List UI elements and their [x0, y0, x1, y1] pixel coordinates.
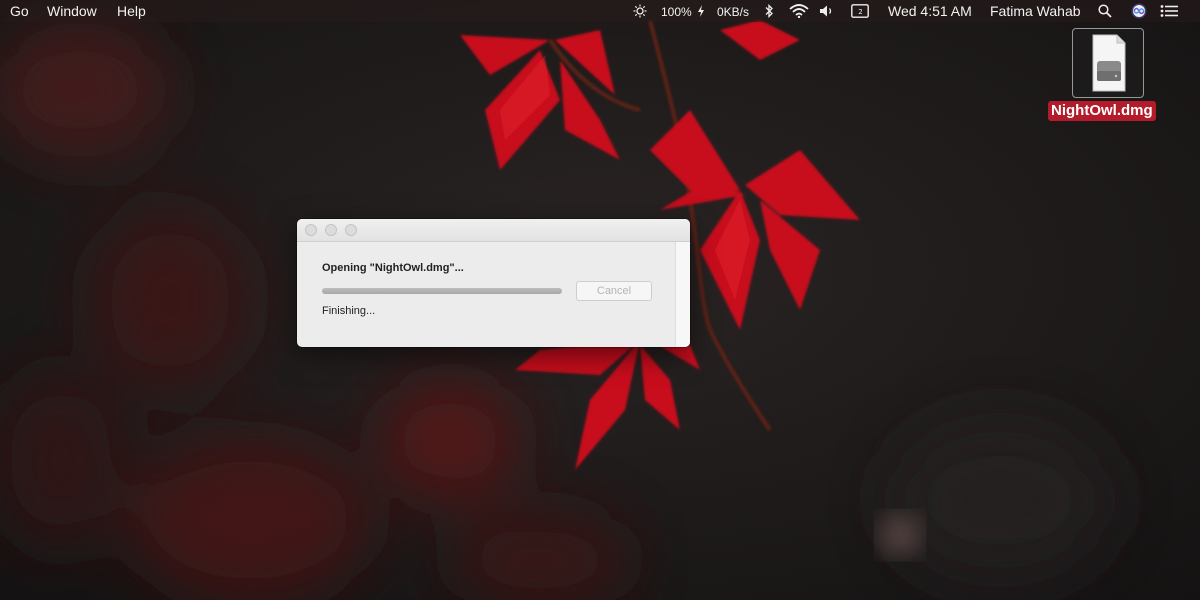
minimize-button[interactable]: [325, 224, 337, 236]
menu-help[interactable]: Help: [117, 3, 146, 19]
svg-text:2: 2: [858, 8, 862, 16]
wifi-icon[interactable]: [789, 3, 809, 19]
clock[interactable]: Wed 4:51 AM: [888, 3, 972, 19]
file-thumbnail[interactable]: [1072, 28, 1144, 98]
siri-icon[interactable]: [1131, 3, 1147, 19]
dialog-titlebar[interactable]: [297, 219, 690, 242]
disk-image-icon: [1092, 34, 1126, 92]
volume-icon[interactable]: [819, 3, 835, 19]
search-icon[interactable]: [1098, 3, 1112, 19]
progress-bar: [322, 288, 562, 294]
menu-go[interactable]: Go: [10, 3, 29, 19]
display-icon[interactable]: 2: [851, 3, 869, 19]
menu-bar: Go Window Help 100% 0KB/s 2 Wed 4:51 AM …: [0, 0, 1200, 22]
close-button[interactable]: [305, 224, 317, 236]
cancel-button[interactable]: Cancel: [576, 281, 652, 301]
file-name-label[interactable]: NightOwl.dmg: [1048, 101, 1156, 121]
battery-charging-icon[interactable]: [697, 3, 705, 19]
battery-percentage[interactable]: 100%: [661, 4, 692, 20]
opening-progress-dialog: Opening "NightOwl.dmg"... Cancel Finishi…: [297, 219, 690, 347]
network-speed[interactable]: 0KB/s: [717, 4, 749, 20]
status-text: Finishing...: [322, 305, 376, 317]
notification-center-icon[interactable]: [1160, 3, 1178, 19]
zoom-button[interactable]: [345, 224, 357, 236]
brightness-icon[interactable]: [633, 3, 647, 19]
menu-window[interactable]: Window: [47, 3, 97, 19]
user-name[interactable]: Fatima Wahab: [990, 3, 1081, 19]
scrollbar[interactable]: [675, 242, 690, 347]
dialog-title: Opening "NightOwl.dmg"...: [322, 262, 464, 274]
bluetooth-icon[interactable]: [764, 3, 774, 19]
progress-fill: [322, 288, 562, 294]
